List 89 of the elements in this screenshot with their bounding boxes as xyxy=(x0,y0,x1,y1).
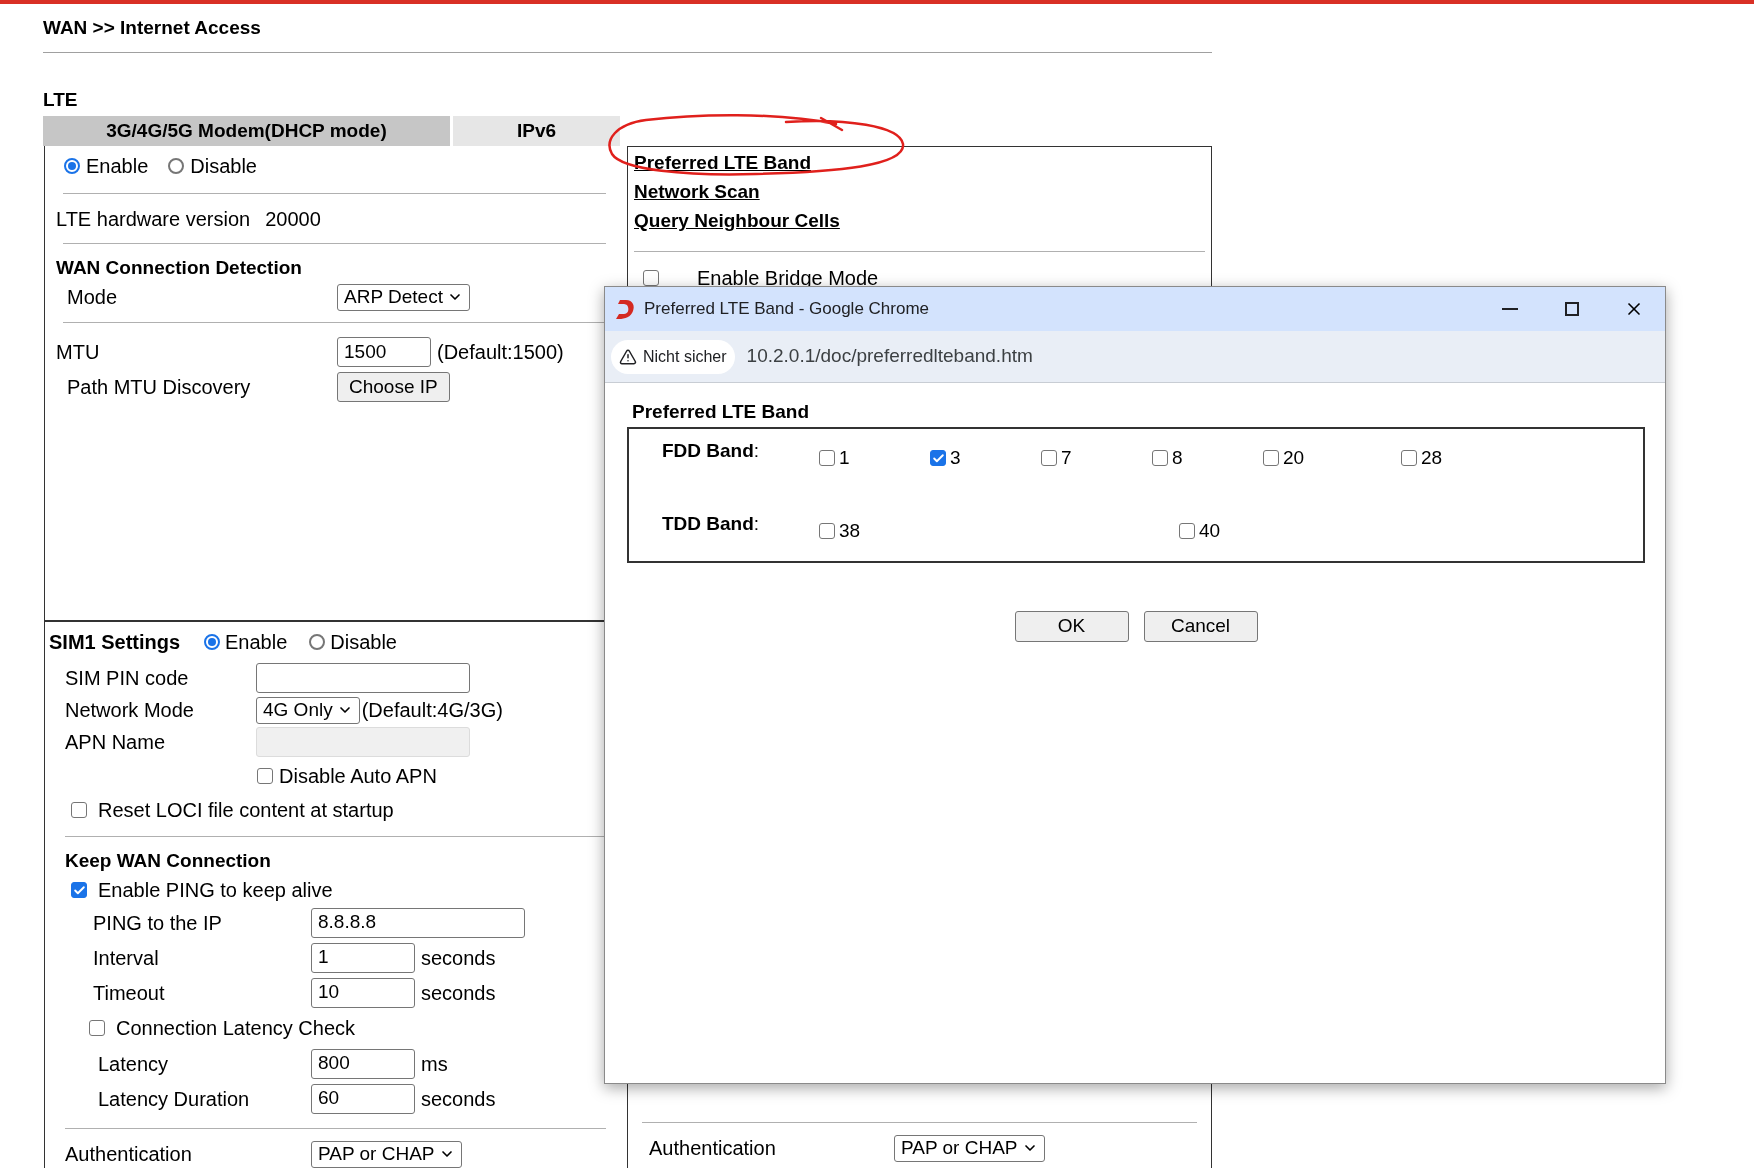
band-option-label: 28 xyxy=(1421,446,1443,470)
warning-icon xyxy=(619,347,637,366)
maximize-icon xyxy=(1565,302,1579,316)
hint-text: (Default:4G/3G) xyxy=(361,698,503,723)
checkbox[interactable] xyxy=(1401,450,1417,467)
radio-label: Enable xyxy=(225,630,288,655)
mode-select[interactable]: ARP Detect xyxy=(337,283,470,311)
checkbox[interactable] xyxy=(1152,450,1168,467)
mtu-field[interactable]: 1500 xyxy=(337,337,431,367)
unit-label: seconds xyxy=(421,945,496,971)
band-label: TDD Band: xyxy=(661,511,761,536)
text-field[interactable]: 60 xyxy=(311,1083,415,1114)
checkbox-label: Disable Auto APN xyxy=(279,763,437,789)
checkbox-label: Reset LOCI file content at startup xyxy=(98,797,394,823)
checkbox[interactable] xyxy=(819,522,835,539)
choose-ip-button[interactable]: Choose IP xyxy=(337,372,450,402)
text-field[interactable]: 8.8.8.8 xyxy=(311,907,525,938)
link[interactable]: Preferred LTE Band xyxy=(634,149,812,178)
field-label: Path MTU Discovery xyxy=(66,375,252,400)
band-option-label: 38 xyxy=(839,518,861,543)
band-option-label: 40 xyxy=(1199,518,1221,543)
checkbox-label: Enable PING to keep alive xyxy=(98,878,333,903)
field-value: 20000 xyxy=(265,206,321,232)
group-title: SIM1 Settings xyxy=(49,630,182,655)
checkbox-label: Connection Latency Check xyxy=(116,1016,356,1041)
checkbox[interactable] xyxy=(71,801,87,818)
authentication-select[interactable]: PAP or CHAP xyxy=(311,1140,462,1168)
page-title: WAN >> Internet Access xyxy=(43,15,261,40)
field-label: SIM PIN code xyxy=(64,666,190,691)
radio-button[interactable] xyxy=(168,158,185,174)
dialog-heading: Preferred LTE Band xyxy=(632,399,810,424)
text-field[interactable]: 10 xyxy=(311,977,415,1008)
network-mode-select[interactable]: 4G Only xyxy=(256,696,360,724)
checkbox[interactable] xyxy=(819,450,835,467)
unit-label: ms xyxy=(421,1051,448,1077)
tab[interactable]: 3G/4G/5G Modem(DHCP mode) xyxy=(43,116,450,146)
text-field[interactable]: 800 xyxy=(311,1048,415,1079)
text-field[interactable]: 1 xyxy=(311,942,415,973)
field-label: PING to the IP xyxy=(92,910,223,936)
radio-button[interactable] xyxy=(64,158,80,174)
unit-label: seconds xyxy=(421,980,496,1006)
field-label: Interval xyxy=(92,945,160,971)
section-title: LTE xyxy=(43,87,78,112)
app-logo-icon xyxy=(615,298,635,320)
checkbox[interactable] xyxy=(930,450,946,467)
band-option-label: 20 xyxy=(1283,446,1305,470)
band-label: FDD Band: xyxy=(661,439,761,463)
band-option-label: 7 xyxy=(1061,446,1072,470)
url-text[interactable]: 10.2.0.1/doc/preferredlteband.htm xyxy=(746,342,1033,371)
field-label: LTE hardware version xyxy=(56,206,251,232)
radio-label: Disable xyxy=(190,154,257,179)
link[interactable]: Network Scan xyxy=(634,178,760,207)
cancel-button[interactable]: Cancel xyxy=(1143,611,1258,642)
field-label: MTU xyxy=(55,340,101,365)
group-title: Keep WAN Connection xyxy=(65,848,271,873)
checkbox[interactable] xyxy=(1263,450,1279,467)
group-title: WAN Connection Detection xyxy=(56,255,302,280)
hint-text: (Default:1500) xyxy=(437,340,564,365)
field-label: Latency Duration xyxy=(97,1086,251,1112)
field-label: Latency xyxy=(97,1051,170,1077)
pin-field[interactable] xyxy=(256,663,470,693)
authentication-select[interactable]: PAP or CHAP xyxy=(894,1134,1045,1162)
checkbox[interactable] xyxy=(1179,522,1195,539)
window-title: Preferred LTE Band - Google Chrome xyxy=(644,298,930,321)
checkbox[interactable] xyxy=(71,882,87,898)
field-label: Network Mode xyxy=(64,698,195,723)
band-option-label: 8 xyxy=(1172,446,1183,470)
unit-label: seconds xyxy=(421,1086,496,1112)
checkbox-label: Enable Bridge Mode xyxy=(697,266,879,291)
minimize-icon xyxy=(1502,308,1518,310)
band-option-label: 3 xyxy=(950,446,961,470)
checkbox[interactable] xyxy=(643,270,659,286)
checkbox[interactable] xyxy=(1041,450,1057,467)
checkbox[interactable] xyxy=(89,1020,105,1036)
radio-button[interactable] xyxy=(204,634,220,650)
ok-button[interactable]: OK xyxy=(1014,611,1129,642)
radio-label: Enable xyxy=(86,154,149,179)
field-label: APN Name xyxy=(64,730,167,755)
field-label: Authentication xyxy=(648,1136,777,1161)
link[interactable]: Query Neighbour Cells xyxy=(634,207,840,236)
radio-button[interactable] xyxy=(309,634,326,650)
tab[interactable]: IPv6 xyxy=(453,116,620,146)
security-chip[interactable]: Nicht sicher xyxy=(611,339,735,374)
band-option-label: 1 xyxy=(839,446,850,470)
checkbox[interactable] xyxy=(257,767,273,784)
field-label: Mode xyxy=(66,285,119,310)
field-label: Timeout xyxy=(92,980,166,1006)
radio-label: Disable xyxy=(330,630,397,655)
field-label: Authentication xyxy=(64,1142,193,1167)
